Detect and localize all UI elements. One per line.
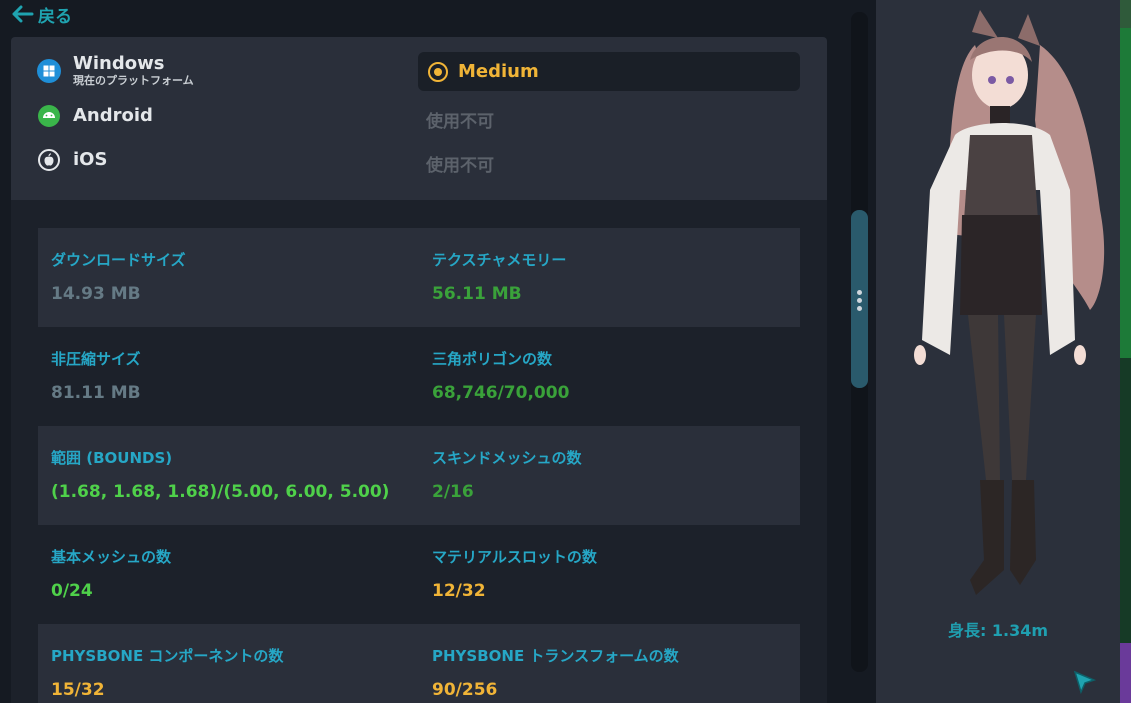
stat-cell: スキンドメッシュの数 2/16 xyxy=(419,426,800,525)
stat-cell: PHYSBONE コンポーネントの数 15/32 xyxy=(38,624,419,703)
platform-android[interactable]: Android xyxy=(37,104,153,128)
stat-label: スキンドメッシュの数 xyxy=(432,449,582,467)
stat-label: PHYSBONE コンポーネントの数 xyxy=(51,647,284,665)
radio-selected-icon xyxy=(428,61,448,82)
platform-name: Android xyxy=(73,105,153,126)
stat-value: 81.11 MB xyxy=(51,383,141,403)
stat-value: 15/32 xyxy=(51,680,105,700)
stat-label: 非圧縮サイズ xyxy=(51,350,141,368)
platform-current-label: 現在のプラットフォーム xyxy=(73,74,194,87)
stat-value: 56.11 MB xyxy=(432,284,522,304)
stat-cell: 範囲 (BOUNDS) (1.68, 1.68, 1.68)/(5.00, 6.… xyxy=(38,426,419,525)
stat-label: 三角ポリゴンの数 xyxy=(432,350,553,368)
stat-cell: 非圧縮サイズ 81.11 MB xyxy=(38,327,419,426)
stats-row: 非圧縮サイズ 81.11 MB 三角ポリゴンの数 68,746/70,000 xyxy=(38,327,800,426)
stat-value: (1.68, 1.68, 1.68)/(5.00, 6.00, 5.00) xyxy=(51,482,390,502)
stat-label: マテリアルスロットの数 xyxy=(432,548,597,566)
stat-value: 14.93 MB xyxy=(51,284,141,304)
avatar-model-image[interactable] xyxy=(900,10,1131,600)
background-edge xyxy=(1120,643,1131,703)
stat-cell: マテリアルスロットの数 12/32 xyxy=(419,525,800,624)
back-button[interactable]: 戻る xyxy=(12,3,72,27)
platform-panel: Windows 現在のプラットフォーム Android iOS Medium 使… xyxy=(11,37,827,200)
stat-value: 0/24 xyxy=(51,581,93,601)
stats-row: PHYSBONE コンポーネントの数 15/32 PHYSBONE トランスフォ… xyxy=(38,624,800,703)
stat-label: PHYSBONE トランスフォームの数 xyxy=(432,647,679,665)
stat-cell: ダウンロードサイズ 14.93 MB xyxy=(38,228,419,327)
stat-label: 基本メッシュの数 xyxy=(51,548,172,566)
stat-value: 90/256 xyxy=(432,680,498,700)
arrow-left-icon xyxy=(12,5,34,23)
rating-label: Medium xyxy=(458,61,539,82)
cursor-icon xyxy=(1073,670,1097,695)
android-status: 使用不可 xyxy=(426,112,494,132)
stat-label: テクスチャメモリー xyxy=(432,251,567,269)
platform-windows[interactable]: Windows 現在のプラットフォーム xyxy=(37,54,194,88)
stat-label: ダウンロードサイズ xyxy=(51,251,186,269)
apple-icon xyxy=(37,148,61,172)
platform-name: Windows xyxy=(73,53,165,74)
android-icon xyxy=(37,104,61,128)
drag-handle-icon[interactable] xyxy=(857,290,863,311)
stats-area: ダウンロードサイズ 14.93 MB テクスチャメモリー 56.11 MB 非圧… xyxy=(11,200,827,703)
ios-status: 使用不可 xyxy=(426,156,494,176)
platform-ios[interactable]: iOS xyxy=(37,148,107,172)
stat-cell: テクスチャメモリー 56.11 MB xyxy=(419,228,800,327)
stat-label: 範囲 (BOUNDS) xyxy=(51,449,173,467)
stat-cell: 基本メッシュの数 0/24 xyxy=(38,525,419,624)
rating-medium-selector[interactable]: Medium xyxy=(418,52,800,91)
stat-cell: PHYSBONE トランスフォームの数 90/256 xyxy=(419,624,800,703)
stats-row: 範囲 (BOUNDS) (1.68, 1.68, 1.68)/(5.00, 6.… xyxy=(38,426,800,525)
avatar-height-label: 身長: 1.34m xyxy=(947,621,1049,640)
windows-icon xyxy=(37,59,61,83)
stat-value: 2/16 xyxy=(432,482,474,502)
stat-value: 68,746/70,000 xyxy=(432,383,570,403)
stat-cell: 三角ポリゴンの数 68,746/70,000 xyxy=(419,327,800,426)
back-label: 戻る xyxy=(38,6,72,27)
stats-row: ダウンロードサイズ 14.93 MB テクスチャメモリー 56.11 MB xyxy=(38,228,800,327)
platform-name: iOS xyxy=(73,149,108,170)
stat-value: 12/32 xyxy=(432,581,486,601)
stats-row: 基本メッシュの数 0/24 マテリアルスロットの数 12/32 xyxy=(38,525,800,624)
